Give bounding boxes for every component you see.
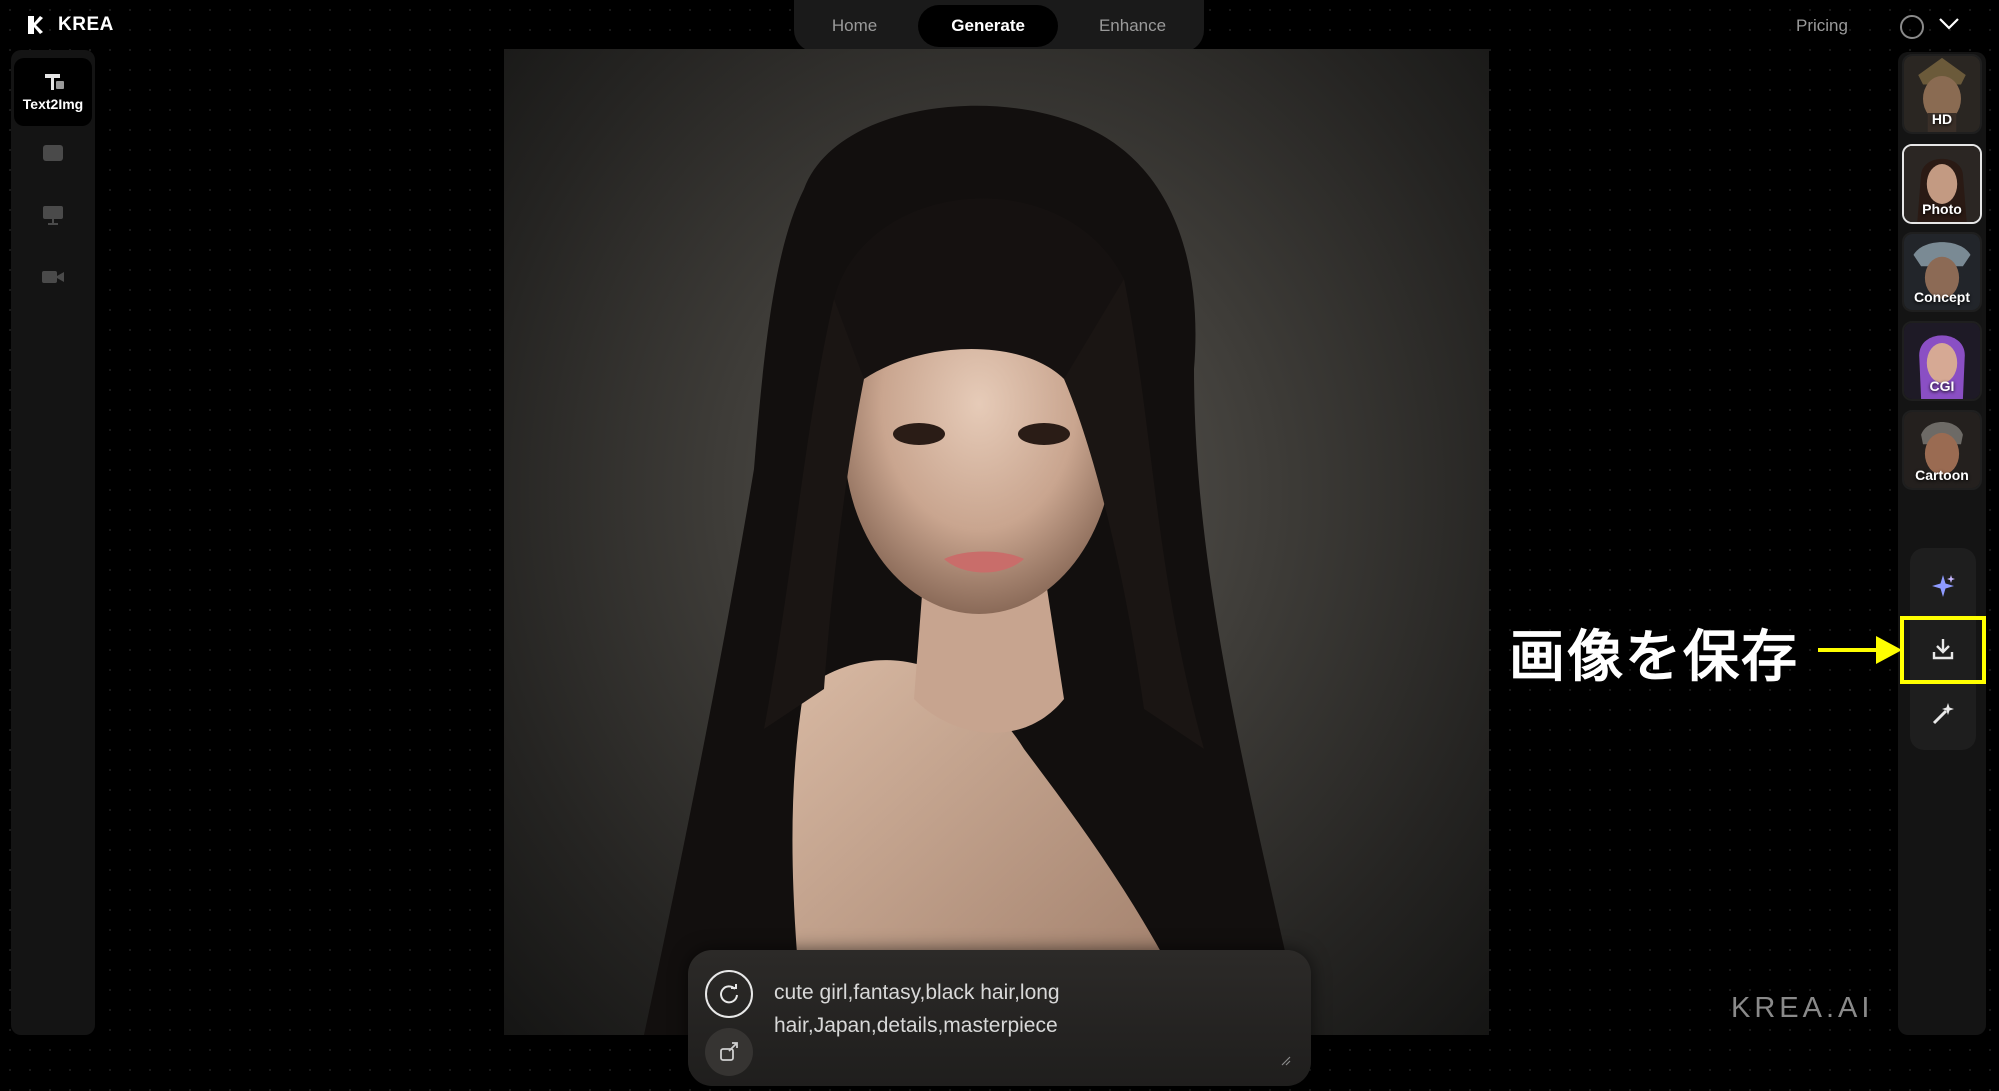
regenerate-button[interactable] xyxy=(705,970,753,1018)
style-label: Photo xyxy=(1922,201,1962,217)
style-cgi[interactable]: CGI xyxy=(1902,321,1982,401)
app-logo[interactable]: KREA xyxy=(26,14,114,36)
style-photo[interactable]: Photo xyxy=(1902,144,1982,224)
magic-wand-icon xyxy=(1932,703,1954,725)
tab-home[interactable]: Home xyxy=(799,5,910,47)
sparkle-icon xyxy=(1932,575,1955,597)
pricing-link[interactable]: Pricing xyxy=(1796,16,1848,36)
generated-image xyxy=(504,49,1489,1035)
tab-generate[interactable]: Generate xyxy=(918,5,1058,47)
style-label: Cartoon xyxy=(1915,467,1969,483)
image-prompt-button[interactable] xyxy=(705,1028,753,1076)
watermark: KREA.AI xyxy=(1731,992,1874,1024)
top-nav: Home Generate Enhance xyxy=(794,0,1204,52)
tab-enhance[interactable]: Enhance xyxy=(1066,5,1199,47)
style-sidebar: HD Photo Concept CGI Cartoon xyxy=(1898,52,1986,1035)
tool-realtime[interactable] xyxy=(14,192,92,238)
style-cartoon[interactable]: Cartoon xyxy=(1902,410,1982,490)
text2img-icon xyxy=(45,74,64,90)
style-concept[interactable]: Concept xyxy=(1902,232,1982,312)
krea-logo-icon xyxy=(28,16,43,34)
arrow-right-icon xyxy=(1818,636,1902,664)
prompt-panel: cute girl,fantasy,black hair,long hair,J… xyxy=(688,950,1311,1086)
style-label: HD xyxy=(1931,111,1953,127)
style-label: CGI xyxy=(1929,378,1955,394)
save-image-annotation: 画像を保存 xyxy=(1509,625,1799,688)
tool-video[interactable] xyxy=(14,254,92,300)
portrait-illustration xyxy=(644,105,1304,1035)
magic-edit-button[interactable] xyxy=(1910,686,1976,742)
prompt-input[interactable]: cute girl,fantasy,black hair,long hair,J… xyxy=(774,976,1244,1042)
chevron-down-icon[interactable] xyxy=(1938,17,1960,31)
tool-sidebar: Text2Img xyxy=(11,50,95,1035)
tool-label: Text2Img xyxy=(22,96,84,112)
refresh-icon xyxy=(720,984,738,1004)
tool-image[interactable] xyxy=(14,130,92,176)
app-name: KREA xyxy=(58,14,114,35)
enhance-button[interactable] xyxy=(1910,558,1976,614)
user-avatar[interactable] xyxy=(1900,15,1924,39)
resize-handle-icon[interactable] xyxy=(1281,1056,1291,1066)
image-icon xyxy=(43,145,63,161)
tool-text2img[interactable]: Text2Img xyxy=(14,58,92,126)
image-upload-icon xyxy=(720,1042,738,1061)
download-highlight-box xyxy=(1900,616,1986,684)
style-label: Concept xyxy=(1914,289,1970,305)
video-icon xyxy=(42,271,64,283)
style-hd[interactable]: HD xyxy=(1902,54,1982,134)
monitor-icon xyxy=(43,206,63,225)
